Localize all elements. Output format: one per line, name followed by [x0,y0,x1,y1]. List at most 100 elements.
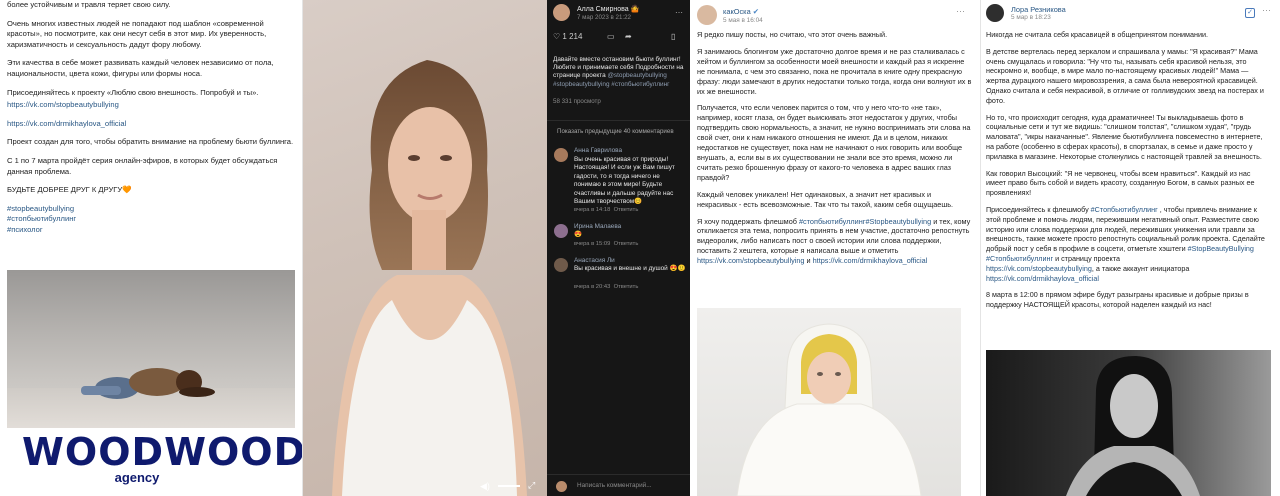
post-paragraph: Никогда не считала себя красавицей в общ… [986,30,1208,39]
text-span: и страницу проекта [1053,253,1120,263]
post-paragraph: Присоединяйтесь к проекту «Люблю свою вн… [7,87,259,97]
profile-link[interactable]: https://vk.com/drmikhaylova_official [986,274,1099,283]
post-paragraph: Очень многих известных людей не попадают… [7,18,267,49]
post-paragraph: Я редко пишу посты, но считаю, что этот … [697,30,888,39]
hashtag-link[interactable]: #психолог [7,225,43,234]
comment-text: 😍 [574,231,582,238]
post-paragraph: Я занимаюсь блогингом уже достаточно дол… [697,46,972,96]
post-panel-woodwood: более устойчивым и травля теряет свою си… [0,0,302,496]
project-link[interactable]: https://vk.com/stopbeautybullying [7,100,119,109]
avatar[interactable] [554,148,568,162]
avatar[interactable] [554,224,568,238]
project-link[interactable]: https://vk.com/stopbeautybullying [697,256,804,265]
show-previous-comments[interactable]: Показать предыдущие 40 комментариев [557,128,674,135]
post-panel-kakoska: какОска ✔ 5 мая в 16:04 ⋯ Я редко пишу п… [690,0,980,496]
post-date: 5 мар в 18:23 [1011,14,1051,21]
comment-meta: вчера в 14:18 Ответить [574,207,638,213]
hashtag-link[interactable]: #стопбьютибуллинг#Stopbeautybullying [799,217,931,226]
video-portrait [332,60,527,496]
avatar[interactable] [986,4,1004,22]
post-paragraph: В детстве вертелась перед зеркалом и спр… [986,46,1264,105]
project-link[interactable]: https://vk.com/stopbeautybullying [986,264,1092,273]
post-text: Я редко пишу посты, но считаю, что этот … [697,30,973,266]
logo-wordmark: WOODWOOD [22,430,302,474]
views-count: 58 331 просмотр [553,98,601,105]
comment-input[interactable]: Написать комментарий... [577,482,652,489]
volume-icon[interactable]: ◀) [480,481,490,492]
hashtag-link[interactable]: #stopbeautybullying [7,204,74,213]
post-paragraph: Присоединяйтесь к флешмобу #Стопбьютибул… [986,205,1271,283]
video-controls: ◀) ⤢ [302,476,547,496]
post-paragraph: Но то, что происходит сегодня, куда драм… [986,112,1263,161]
reply-button[interactable]: Ответить [614,207,639,213]
comment-date: вчера в 14:18 [574,207,611,213]
profile-link[interactable]: https://vk.com/drmikhaylova_official [7,119,126,128]
post-paragraph: более устойчивым и травля теряет свою си… [7,0,171,9]
more-icon[interactable]: ⋯ [675,8,683,17]
checkbox-icon[interactable]: ✓ [1245,8,1255,18]
post-paragraph: Я хочу поддержать флешмоб #стопбьютибулл… [697,217,973,267]
heart-icon: ♡ [553,32,561,41]
hashtag-link[interactable]: #стопбьютибуллинг [7,214,76,223]
volume-slider[interactable] [498,485,520,487]
comment-date: вчера в 15:09 [574,241,611,247]
post-text: Никогда не считала себя красавицей в общ… [986,30,1271,310]
author-name[interactable]: Алла Смирнова 🤷 [577,5,639,13]
post-paragraph: Эти качества в себе может развивать кажд… [7,58,274,78]
author-name[interactable]: Лора Резникова [1011,5,1066,14]
bookmark-icon[interactable]: ▯ [671,32,675,41]
reply-button[interactable]: Ответить [614,241,639,247]
like-button[interactable]: ♡ 1 214 [553,32,582,41]
comment-meta: вчера в 15:09 Ответить [574,241,638,247]
avatar[interactable] [697,5,717,25]
comment-date: вчера в 20:43 [574,284,611,290]
text-span: Я хочу поддержать флешмоб [697,216,799,226]
post-date: 5 мая в 16:04 [723,17,763,24]
comment-text: Вы очень красивая от природы! Настоящая!… [574,156,675,206]
comment-author[interactable]: Анна Гаврилова [574,147,622,154]
post-paragraph: Каждый человек уникален! Нет одинаковых,… [697,189,954,209]
text-span: Присоединяйтесь к флешмобу [986,204,1091,214]
share-icon[interactable]: ➦ [625,32,632,41]
woman-hoodie-figure [736,323,922,496]
post-paragraph: Получается, что если человек парится о т… [697,103,971,182]
comment-author[interactable]: Ирина Малаева [574,223,621,230]
woodwood-logo: WOODWOOD agency [22,430,302,492]
fullscreen-icon[interactable]: ⤢ [528,480,535,491]
video-caption: Давайте вместе остановим бьюти буллинг! … [553,56,685,89]
text-span: поставить 2 хештега, которые я написала … [697,246,899,256]
divider [547,120,690,121]
post-panel-reznikova: Лора Резникова 5 мар в 18:23 ✓ ⋯ Никогда… [980,0,1280,496]
comment-text: Вы красивая и внешне и душой 😍🙂 [574,265,686,272]
video-frame[interactable]: ◀) ⤢ [302,0,547,496]
text-span: и [804,256,813,266]
hashtag-link[interactable]: #Стопбьютибуллинг [1091,205,1158,214]
post-photo[interactable] [986,350,1271,496]
avatar[interactable] [553,4,570,21]
likes-count: 1 214 [562,32,583,41]
more-icon[interactable]: ⋯ [1262,5,1271,16]
profile-link[interactable]: https://vk.com/drmikhaylova_official [813,256,928,265]
post-paragraph: Проект создан для того, чтобы обратить в… [7,137,294,147]
author-name[interactable]: какОска ✔ [723,7,759,16]
more-icon[interactable]: ⋯ [956,6,965,17]
post-photo[interactable] [7,270,295,428]
reply-button[interactable]: Ответить [614,284,639,290]
panel-divider [302,0,303,496]
avatar [556,481,567,492]
comment-author[interactable]: Анастасия Ли [574,257,615,264]
text-span: , а также аккаунт инициатора [1091,263,1190,273]
post-date: 7 мар 2023 в 21:22 [577,14,631,21]
divider [547,474,690,475]
verified-icon: ✔ [752,7,759,16]
woman-lying-figure [81,368,215,399]
video-comments-panel: Алла Смирнова 🤷 7 мар 2023 в 21:22 ⋯ ♡ 1… [547,0,690,496]
woman-bw-portrait [1066,356,1200,496]
post-photo[interactable] [697,308,961,496]
post-paragraph: 8 марта в 12:00 в прямом эфире будут раз… [986,290,1249,310]
comment-icon[interactable]: ▭ [607,32,615,41]
post-paragraph: С 1 по 7 марта пройдёт серия онлайн-эфир… [7,155,278,176]
post-text: более устойчивым и травля теряет свою си… [7,0,297,236]
avatar[interactable] [554,258,568,272]
logo-agency: agency [114,470,160,485]
